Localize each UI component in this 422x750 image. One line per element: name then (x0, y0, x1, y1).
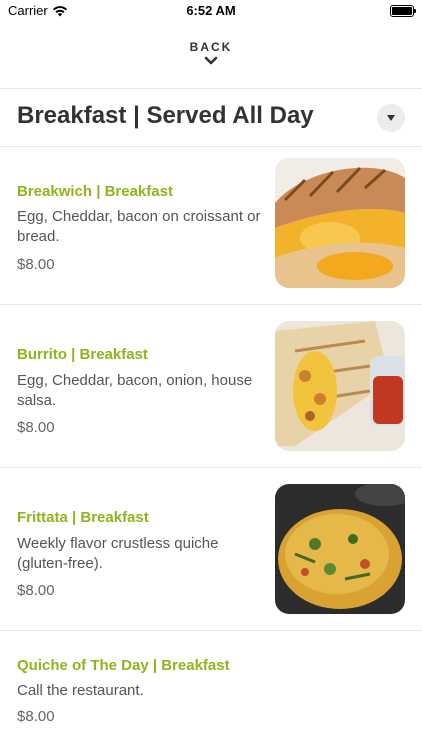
menu-item-breakwich[interactable]: Breakwich | Breakfast Egg, Cheddar, baco… (0, 147, 422, 304)
status-time: 6:52 AM (186, 3, 236, 18)
battery-icon (390, 5, 416, 17)
item-name: Quiche of The Day | Breakfast (17, 657, 230, 674)
caret-down-icon (387, 115, 395, 121)
chevron-down-icon (204, 56, 218, 65)
back-button[interactable]: BACK (0, 40, 422, 66)
item-price: $8.00 (17, 708, 55, 725)
item-price: $8.00 (17, 256, 55, 273)
back-label: BACK (189, 40, 233, 54)
item-name: Frittata | Breakfast (17, 509, 149, 526)
item-description: Weekly flavor crustless quiche (gluten-f… (17, 535, 219, 572)
item-name: Burrito | Breakfast (17, 346, 148, 363)
menu-item-frittata[interactable]: Frittata | Breakfast Weekly flavor crust… (0, 468, 422, 630)
item-price: $8.00 (17, 582, 55, 599)
item-photo (275, 158, 405, 288)
section-dropdown-button[interactable] (377, 104, 405, 132)
item-photo (275, 321, 405, 451)
item-description: Call the restaurant. (17, 682, 144, 699)
menu-item-quiche[interactable]: Quiche of The Day | Breakfast Call the r… (0, 631, 422, 750)
menu-item-burrito[interactable]: Burrito | Breakfast Egg, Cheddar, bacon,… (0, 305, 422, 467)
status-bar: Carrier 6:52 AM (0, 0, 422, 24)
section-title: Breakfast | Served All Day (17, 102, 314, 129)
item-name: Breakwich | Breakfast (17, 183, 173, 200)
header-divider (0, 88, 422, 89)
item-description: Egg, Cheddar, bacon, onion, house salsa. (17, 372, 253, 409)
item-photo (275, 484, 405, 614)
item-price: $8.00 (17, 419, 55, 436)
item-description: Egg, Cheddar, bacon on croissant or brea… (17, 208, 261, 245)
